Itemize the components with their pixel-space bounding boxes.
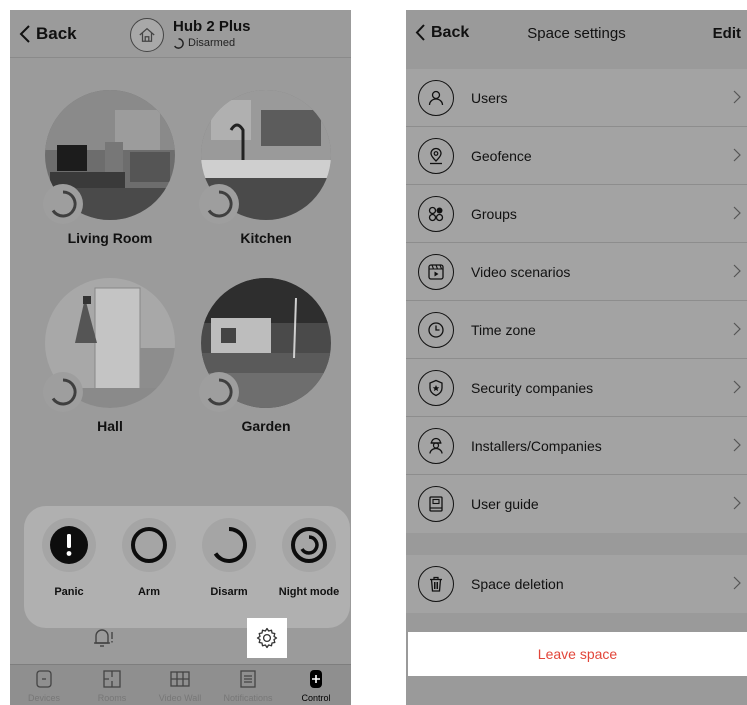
back-label: Back xyxy=(431,23,470,41)
arm-label: Arm xyxy=(137,586,160,598)
trash-icon xyxy=(418,566,454,602)
settings-item-label: Time zone xyxy=(471,321,536,338)
header-divider xyxy=(10,57,351,58)
tab-rooms[interactable]: Rooms xyxy=(78,669,146,703)
chevron-right-icon xyxy=(733,264,741,278)
back-button[interactable]: Back xyxy=(414,23,469,42)
video-wall-icon xyxy=(170,669,190,689)
gear-icon xyxy=(256,627,278,649)
settings-item-label: Space deletion xyxy=(471,576,564,592)
room-label: Kitchen xyxy=(240,230,292,246)
space-settings-gear-button[interactable] xyxy=(247,618,287,658)
room-status-spinner-icon xyxy=(43,184,83,224)
clock-icon xyxy=(418,311,454,348)
tab-label: Notifications xyxy=(223,693,273,703)
panic-icon xyxy=(50,526,88,564)
tab-notifications[interactable]: Notifications xyxy=(214,669,282,703)
night-mode-button[interactable]: Night mode xyxy=(270,518,348,598)
book-icon xyxy=(418,486,454,522)
chevron-right-icon xyxy=(733,322,741,336)
panic-label: Panic xyxy=(54,586,84,598)
hub-name: Hub 2 Plus xyxy=(173,18,251,35)
settings-list: Users Geofence Groups Video scenarios Ti… xyxy=(406,69,747,533)
tab-devices[interactable]: Devices xyxy=(10,669,78,703)
settings-item-security-companies[interactable]: Security companies xyxy=(406,359,747,417)
night-mode-icon xyxy=(291,527,327,563)
arm-button[interactable]: Arm xyxy=(110,518,188,598)
devices-icon xyxy=(34,669,54,689)
settings-item-label: Users xyxy=(471,89,508,106)
hub-status: Disarmed xyxy=(173,37,235,49)
tab-label: Devices xyxy=(27,693,60,703)
chevron-right-icon xyxy=(733,206,741,220)
tab-label: Control xyxy=(301,693,331,703)
settings-item-label: Installers/Companies xyxy=(471,437,602,454)
space-settings-header: Back Space settings Edit xyxy=(406,10,747,54)
back-label: Back xyxy=(36,24,77,43)
chevron-right-icon xyxy=(733,438,741,452)
edit-button[interactable]: Edit xyxy=(713,25,741,42)
chevron-right-icon xyxy=(733,576,741,590)
settings-item-user-guide[interactable]: User guide xyxy=(406,475,747,533)
panic-button[interactable]: Panic xyxy=(30,518,108,598)
chevron-right-icon xyxy=(733,90,741,104)
room-status-spinner-icon xyxy=(43,372,83,412)
room-label: Living Room xyxy=(67,230,153,246)
hub-house-icon xyxy=(130,18,164,52)
settings-item-installers-companies[interactable]: Installers/Companies xyxy=(406,417,747,475)
settings-item-label: Groups xyxy=(471,205,517,222)
installer-icon xyxy=(418,427,454,464)
settings-item-label: Security companies xyxy=(471,379,594,396)
disarmed-status-icon xyxy=(174,37,184,49)
alarm-bell-icon[interactable] xyxy=(88,624,116,652)
chevron-right-icon xyxy=(733,148,741,162)
settings-item-geofence[interactable]: Geofence xyxy=(406,127,747,185)
settings-item-time-zone[interactable]: Time zone xyxy=(406,301,747,359)
settings-item-video-scenarios[interactable]: Video scenarios xyxy=(406,243,747,301)
settings-item-label: Geofence xyxy=(471,147,532,164)
night-mode-label: Night mode xyxy=(278,586,340,598)
security-control-panel: Panic Arm Disarm Night mode xyxy=(24,506,350,628)
groups-icon xyxy=(418,195,454,232)
leave-space-button[interactable]: Leave space xyxy=(408,632,747,676)
rooms-icon xyxy=(102,669,122,689)
video-scenarios-icon xyxy=(418,253,454,290)
security-shield-icon xyxy=(418,369,454,406)
tab-label: Rooms xyxy=(97,693,127,703)
disarm-label: Disarm xyxy=(210,586,248,598)
chevron-left-icon xyxy=(415,24,425,41)
tab-video-wall[interactable]: Video Wall xyxy=(146,669,214,703)
geofence-icon xyxy=(418,137,454,174)
settings-item-label: Video scenarios xyxy=(471,263,571,280)
arm-icon xyxy=(131,527,167,563)
room-label: Hall xyxy=(97,418,123,434)
hub-control-screen: Back Hub 2 Plus Disarmed Living Room Kit… xyxy=(10,10,351,705)
tab-label: Video Wall xyxy=(158,693,202,703)
settings-item-space-deletion[interactable]: Space deletion xyxy=(406,555,747,613)
chevron-right-icon xyxy=(733,496,741,510)
disarm-button[interactable]: Disarm xyxy=(190,518,268,598)
disarm-icon xyxy=(213,526,247,563)
notifications-icon xyxy=(238,669,258,689)
back-button[interactable]: Back xyxy=(18,24,77,44)
danger-settings-list: Space deletion xyxy=(406,555,747,613)
tab-control[interactable]: Control xyxy=(282,669,350,703)
bottom-tab-bar: Devices Rooms Video Wall Notifications C… xyxy=(10,664,351,705)
chevron-right-icon xyxy=(733,380,741,394)
settings-item-label: User guide xyxy=(471,496,539,512)
space-settings-screen: Back Space settings Edit Users Geofence … xyxy=(406,10,747,705)
user-icon xyxy=(418,79,454,116)
hub-header: Back Hub 2 Plus Disarmed xyxy=(10,10,351,56)
chevron-left-icon xyxy=(19,25,30,43)
settings-item-users[interactable]: Users xyxy=(406,69,747,127)
control-icon xyxy=(306,669,326,689)
room-status-spinner-icon xyxy=(199,184,239,224)
room-label: Garden xyxy=(241,418,291,434)
room-status-spinner-icon xyxy=(199,372,239,412)
settings-item-groups[interactable]: Groups xyxy=(406,185,747,243)
hub-status-text: Disarmed xyxy=(188,37,236,49)
